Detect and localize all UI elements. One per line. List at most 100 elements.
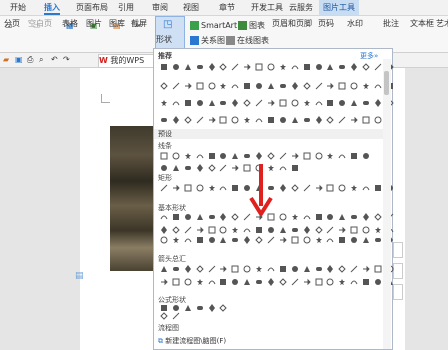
shape-option[interactable] — [337, 81, 347, 91]
shape-option[interactable] — [218, 212, 228, 222]
shape-option[interactable] — [230, 212, 240, 222]
shape-option[interactable] — [207, 183, 217, 193]
online-chart-button[interactable]: 在线图表 — [226, 35, 269, 46]
shape-option[interactable] — [159, 81, 169, 91]
shape-option[interactable] — [266, 277, 276, 287]
shape-option[interactable] — [195, 264, 205, 274]
shape-option[interactable] — [361, 151, 371, 161]
shape-option[interactable] — [218, 62, 228, 72]
header-footer-button[interactable]: 页眉和页脚 — [272, 17, 312, 31]
shape-option[interactable] — [266, 151, 276, 161]
shape-option[interactable] — [242, 62, 252, 72]
shape-option[interactable] — [337, 183, 347, 193]
shape-option[interactable] — [171, 264, 181, 274]
shape-option[interactable] — [254, 225, 264, 235]
tab-1[interactable]: 插入 — [44, 0, 60, 15]
shape-option[interactable] — [314, 115, 324, 125]
shape-option[interactable] — [171, 115, 181, 125]
shape-option[interactable] — [314, 183, 324, 193]
shape-option[interactable] — [266, 235, 276, 245]
shape-option[interactable] — [337, 151, 347, 161]
shape-option[interactable] — [337, 62, 347, 72]
shape-option[interactable] — [183, 115, 193, 125]
shape-option[interactable] — [325, 225, 335, 235]
shape-option[interactable] — [349, 277, 359, 287]
shape-option[interactable] — [254, 264, 264, 274]
shape-option[interactable] — [290, 151, 300, 161]
shape-option[interactable] — [325, 264, 335, 274]
shape-option[interactable] — [266, 81, 276, 91]
smartart-button[interactable]: SmartArt — [190, 20, 237, 31]
shape-option[interactable] — [207, 151, 217, 161]
shape-option[interactable] — [183, 62, 193, 72]
tab-6[interactable]: 章节 — [219, 0, 235, 15]
shape-option[interactable] — [242, 225, 252, 235]
shape-option[interactable] — [183, 212, 193, 222]
shape-option[interactable] — [290, 277, 300, 287]
shape-option[interactable] — [349, 62, 359, 72]
shape-option[interactable] — [302, 277, 312, 287]
shape-option[interactable] — [230, 277, 240, 287]
panel-scrollbar[interactable] — [383, 59, 391, 349]
tab-9[interactable]: 图片工具 — [319, 0, 359, 15]
shape-option[interactable] — [183, 225, 193, 235]
shape-option[interactable] — [218, 225, 228, 235]
shape-option[interactable] — [242, 151, 252, 161]
shape-option[interactable] — [218, 98, 228, 108]
shape-option[interactable] — [159, 311, 169, 321]
shape-option[interactable] — [159, 163, 169, 173]
shape-option[interactable] — [361, 62, 371, 72]
shape-option[interactable] — [195, 235, 205, 245]
more-shapes-link[interactable]: 更多» — [360, 51, 378, 61]
shape-option[interactable] — [302, 183, 312, 193]
shape-option[interactable] — [254, 115, 264, 125]
shapes-button[interactable]: ◳ 形状 — [155, 16, 185, 50]
shape-option[interactable] — [159, 212, 169, 222]
shape-option[interactable] — [361, 98, 371, 108]
shape-option[interactable] — [373, 235, 383, 245]
tab-7[interactable]: 开发工具 — [251, 0, 283, 15]
shape-option[interactable] — [171, 81, 181, 91]
shape-option[interactable] — [230, 235, 240, 245]
shape-option[interactable] — [230, 183, 240, 193]
shape-option[interactable] — [361, 235, 371, 245]
shape-option[interactable] — [266, 225, 276, 235]
shape-option[interactable] — [349, 151, 359, 161]
shape-option[interactable] — [290, 81, 300, 91]
shape-option[interactable] — [278, 98, 288, 108]
shape-option[interactable] — [159, 277, 169, 287]
shape-option[interactable] — [278, 163, 288, 173]
shape-option[interactable] — [302, 151, 312, 161]
shape-option[interactable] — [207, 264, 217, 274]
shape-option[interactable] — [325, 212, 335, 222]
shape-option[interactable] — [230, 98, 240, 108]
chart-button[interactable]: 图表 — [238, 20, 265, 31]
screenshot-button[interactable]: 截屏 — [131, 17, 147, 31]
shape-option[interactable] — [325, 115, 335, 125]
shape-option[interactable] — [183, 98, 193, 108]
shape-option[interactable] — [218, 151, 228, 161]
shape-option[interactable] — [278, 225, 288, 235]
shape-option[interactable] — [290, 183, 300, 193]
shape-option[interactable] — [171, 62, 181, 72]
shape-option[interactable] — [183, 277, 193, 287]
shape-option[interactable] — [218, 115, 228, 125]
shape-option[interactable] — [373, 183, 383, 193]
shape-option[interactable] — [290, 212, 300, 222]
tab-3[interactable]: 引用 — [118, 0, 134, 15]
shape-option[interactable] — [195, 98, 205, 108]
shape-option[interactable] — [325, 235, 335, 245]
shape-option[interactable] — [195, 212, 205, 222]
print-icon[interactable]: ⎙ — [27, 54, 33, 65]
shape-option[interactable] — [195, 151, 205, 161]
shape-option[interactable] — [278, 235, 288, 245]
tab-5[interactable]: 视图 — [183, 0, 199, 15]
shape-option[interactable] — [171, 183, 181, 193]
shape-option[interactable] — [218, 303, 228, 313]
shape-option[interactable] — [314, 212, 324, 222]
blank-page-button[interactable]: 空白页 — [28, 17, 52, 31]
shape-option[interactable] — [242, 235, 252, 245]
shape-option[interactable] — [302, 225, 312, 235]
shape-option[interactable] — [242, 277, 252, 287]
shape-option[interactable] — [314, 98, 324, 108]
